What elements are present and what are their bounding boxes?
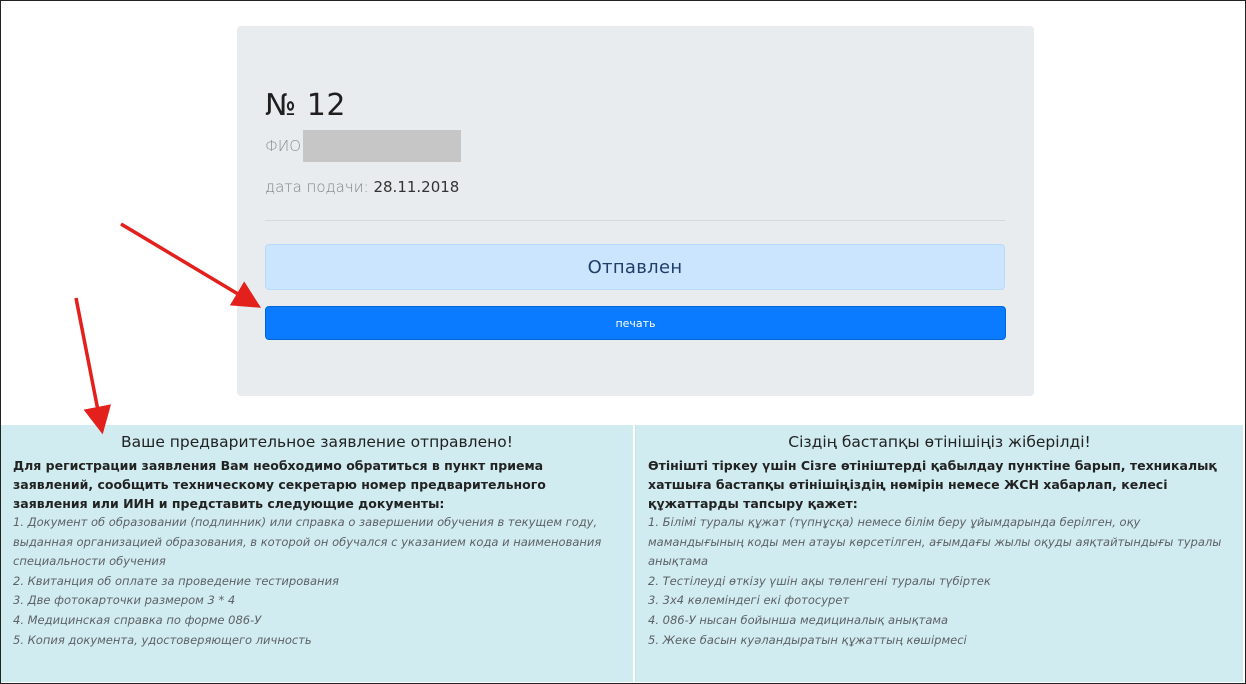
info-panel-ru: Ваше предварительное заявление отправлен… <box>1 425 633 682</box>
fio-redacted-value <box>303 130 462 162</box>
submission-date-value: 28.11.2018 <box>373 178 460 196</box>
list-item: 3. 3х4 көлеміндегі екі фотосурет <box>648 593 850 608</box>
list-item: 5. Жеке басын куәландыратын құжаттың көш… <box>648 632 967 647</box>
info-ru-documents: 1. Документ об образовании (подлинник) и… <box>13 513 621 650</box>
submission-date-row: дата подачи: 28.11.2018 <box>265 178 459 196</box>
fio-row: ФИО <box>265 130 462 162</box>
status-alert: Отпавлен <box>265 244 1005 290</box>
info-ru-title: Ваше предварительное заявление отправлен… <box>121 433 513 451</box>
print-button[interactable]: печать <box>265 306 1006 340</box>
list-item: 4. Медицинская справка по форме 086-У <box>13 612 262 627</box>
divider <box>265 220 1005 221</box>
application-card: № 12 ФИО дата подачи: 28.11.2018 Отпавле… <box>237 26 1034 396</box>
submission-date-label: дата подачи: <box>265 178 369 196</box>
info-kz-documents: 1. Білімі туралы құжат (түпнұсқа) немесе… <box>648 513 1231 650</box>
list-item: 2. Тестілеуді өткізу үшін ақы төленгені … <box>648 573 991 588</box>
info-kz-title: Сіздің бастапқы өтінішіңіз жіберілді! <box>788 433 1091 451</box>
fio-label: ФИО <box>265 137 302 155</box>
list-item: 3. Две фотокарточки размером 3 * 4 <box>13 593 236 608</box>
list-item: 1. Документ об образовании (подлинник) и… <box>13 515 602 569</box>
info-ru-intro: Для регистрации заявления Вам необходимо… <box>13 458 546 511</box>
info-panel-kz: Сіздің бастапқы өтінішіңіз жіберілді! Өт… <box>635 425 1243 682</box>
list-item: 2. Квитанция об оплате за проведение тес… <box>13 573 339 588</box>
info-kz-intro: Өтінішті тіркеу үшін Сізге өтініштерді қ… <box>648 458 1217 511</box>
list-item: 5. Копия документа, удостоверяющего личн… <box>13 632 312 647</box>
list-item: 1. Білімі туралы құжат (түпнұсқа) немесе… <box>648 515 1222 569</box>
list-item: 4. 086-У нысан бойынша медициналық анықт… <box>648 612 949 627</box>
application-number: № 12 <box>265 88 346 123</box>
